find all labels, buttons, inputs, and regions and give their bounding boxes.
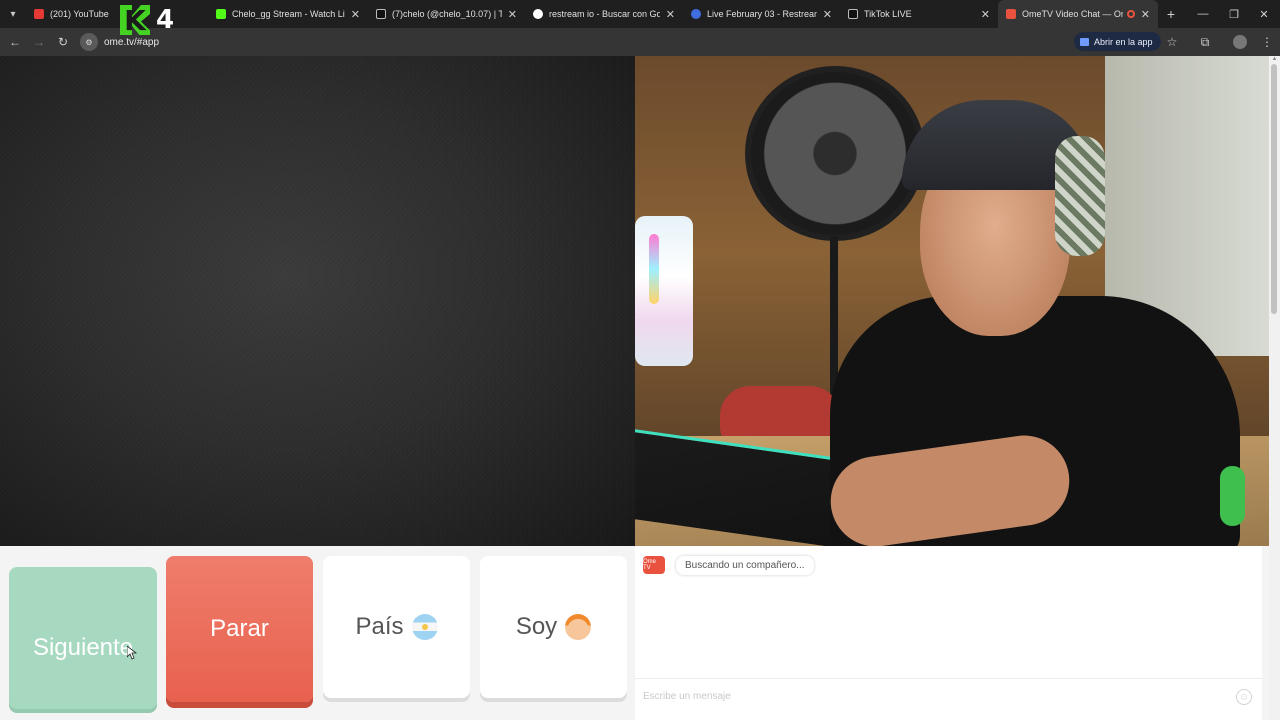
argentina-flag-icon xyxy=(411,614,438,640)
app-icon xyxy=(1080,37,1089,46)
close-tab-icon[interactable]: ✕ xyxy=(508,8,517,21)
recording-icon xyxy=(1127,10,1135,18)
restore-icon[interactable]: ❐ xyxy=(1218,0,1250,28)
emoji-icon[interactable]: ☺ xyxy=(1236,689,1252,705)
tab-title: restream io - Buscar con Googl xyxy=(549,9,660,19)
close-tab-icon[interactable]: ✕ xyxy=(666,8,675,21)
tab-restream[interactable]: Live February 03 - Restream ✕ xyxy=(683,0,840,28)
tiktok-icon xyxy=(848,9,858,19)
gender-button[interactable]: Soy xyxy=(480,556,627,698)
ometv-icon xyxy=(1006,9,1016,19)
next-button-label: Siguiente xyxy=(32,634,134,661)
open-in-app-button[interactable]: Abrir en la app xyxy=(1074,32,1161,51)
close-tab-icon[interactable]: ✕ xyxy=(1141,8,1150,21)
gender-button-label: Soy xyxy=(515,613,558,640)
tab-kick-stream[interactable]: Chelo_gg Stream - Watch Live ✕ xyxy=(208,0,368,28)
overlay-logo-number: 4 xyxy=(156,5,175,35)
close-window-icon[interactable]: ✕ xyxy=(1248,0,1280,28)
tab-ometv[interactable]: OmeTV Video Chat — Ome ✕ xyxy=(998,0,1158,28)
restream-icon xyxy=(691,9,701,19)
google-icon xyxy=(533,9,543,19)
menu-icon[interactable]: ⋮ xyxy=(1254,28,1280,56)
next-button[interactable]: Siguiente xyxy=(9,567,157,709)
tab-tiktok-profile[interactable]: (7)chelo (@chelo_10.07) | TikTo ✕ xyxy=(368,0,525,28)
bookmark-star-icon[interactable]: ☆ xyxy=(1159,28,1185,56)
forward-icon[interactable]: → xyxy=(27,30,51,54)
tab-title: Chelo_gg Stream - Watch Live xyxy=(232,9,345,19)
stop-button-label: Parar xyxy=(210,615,269,642)
tab-title: (7)chelo (@chelo_10.07) | TikTo xyxy=(392,9,502,19)
tab-search-button[interactable]: ▾ xyxy=(0,0,26,28)
address-bar[interactable]: ⚙ ome.tv/#app xyxy=(80,31,1220,53)
tab-title: (201) YouTube xyxy=(50,9,109,19)
chat-icon-label: Ome TV xyxy=(643,559,657,571)
tab-title: OmeTV Video Chat — Ome xyxy=(1022,9,1124,19)
status-message: Buscando un compañero... xyxy=(676,556,814,575)
browser-toolbar: ← → ↻ ⚙ ome.tv/#app Abrir en la app ☆ ⧉ … xyxy=(0,28,1280,56)
tab-title: TikTok LIVE xyxy=(864,9,912,19)
back-icon[interactable]: ← xyxy=(3,30,27,54)
streamer-image xyxy=(824,96,1250,546)
close-tab-icon[interactable]: ✕ xyxy=(981,8,990,21)
url-text: ome.tv/#app xyxy=(104,36,160,48)
ometv-tv-icon: Ome TV xyxy=(643,556,665,574)
scrollbar-thumb[interactable] xyxy=(1271,64,1277,314)
message-input[interactable]: Escribe un mensaje ☺ xyxy=(635,678,1262,720)
country-button-label: País xyxy=(355,613,404,640)
open-in-app-label: Abrir en la app xyxy=(1094,36,1153,47)
tab-tiktok-live[interactable]: TikTok LIVE ✕ xyxy=(840,0,998,28)
kick-icon xyxy=(216,9,226,19)
reload-icon[interactable]: ↻ xyxy=(51,30,75,54)
partner-video-static xyxy=(0,56,635,546)
boy-emoji-icon xyxy=(565,614,592,640)
microphone-image xyxy=(635,216,693,366)
close-tab-icon[interactable]: ✕ xyxy=(823,8,832,21)
extensions-icon[interactable]: ⧉ xyxy=(1192,28,1218,56)
self-camera-video xyxy=(635,56,1269,546)
tab-title: Live February 03 - Restream xyxy=(707,9,817,19)
stream-overlay-logo: K 4 xyxy=(120,4,182,36)
ometv-app: Siguiente Parar País Soy Ome TV Buscando… xyxy=(0,56,1280,720)
overlay-logo-letter: K xyxy=(120,5,150,35)
page-scrollbar[interactable]: ▲ xyxy=(1269,56,1280,720)
mouse-cursor-icon xyxy=(127,646,137,660)
youtube-icon xyxy=(34,9,44,19)
profile-avatar[interactable] xyxy=(1227,28,1253,56)
chat-panel: Ome TV Buscando un compañero... Escribe … xyxy=(635,546,1262,720)
tab-google-search[interactable]: restream io - Buscar con Googl ✕ xyxy=(525,0,683,28)
tab-strip: ▾ (201) YouTube Chelo_gg Stream - Watch … xyxy=(0,0,1280,28)
close-tab-icon[interactable]: ✕ xyxy=(351,8,360,21)
site-info-icon[interactable]: ⚙ xyxy=(80,33,98,51)
stop-button[interactable]: Parar xyxy=(166,556,313,702)
country-button[interactable]: País xyxy=(323,556,470,698)
new-tab-button[interactable]: + xyxy=(1158,6,1184,22)
message-placeholder: Escribe un mensaje xyxy=(643,691,731,702)
minimize-icon[interactable]: — xyxy=(1187,0,1219,28)
tiktok-icon xyxy=(376,9,386,19)
